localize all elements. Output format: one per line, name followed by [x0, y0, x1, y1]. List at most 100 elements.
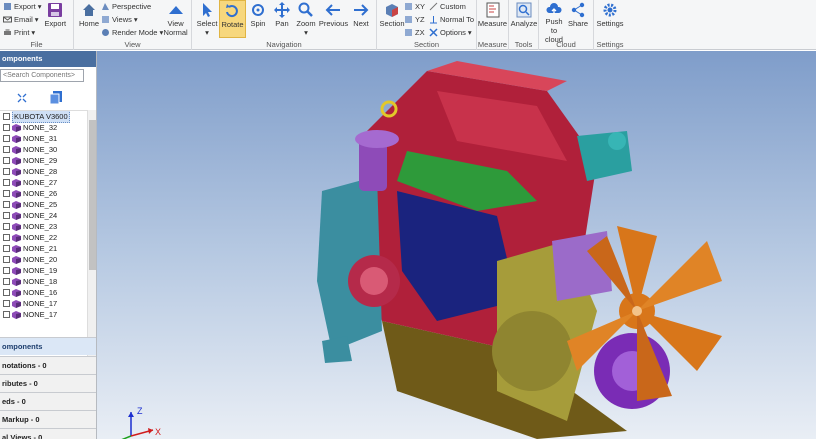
item-checkbox[interactable] [3, 135, 10, 142]
item-checkbox[interactable] [3, 267, 10, 274]
tree-item[interactable]: NONE_16 [0, 287, 96, 298]
pan-icon [273, 1, 291, 19]
part-cube-icon [12, 255, 21, 264]
tree-item[interactable]: NONE_26 [0, 188, 96, 199]
tree-root[interactable]: KUBOTA V3600 [0, 111, 96, 123]
part-cube-icon [12, 222, 21, 231]
item-checkbox[interactable] [3, 300, 10, 307]
views-icon [101, 15, 110, 24]
scrollbar-thumb[interactable] [89, 120, 96, 270]
accordion-markup[interactable]: Markup - 0 [0, 410, 96, 428]
item-checkbox[interactable] [3, 168, 10, 175]
item-checkbox[interactable] [3, 223, 10, 230]
item-checkbox[interactable] [3, 256, 10, 263]
item-checkbox[interactable] [3, 311, 10, 318]
push-to-cloud-button[interactable]: Push to cloud [542, 0, 566, 44]
section-yz[interactable]: YZ [404, 13, 425, 25]
components-panel: omponents KUBOTA V3600 NONE_32NONE_31NON… [0, 51, 97, 439]
tree-item[interactable]: NONE_17 [0, 309, 96, 320]
settings-button[interactable]: Settings [596, 0, 624, 38]
tree-item[interactable]: NONE_22 [0, 232, 96, 243]
analyze-button[interactable]: Analyze [511, 0, 537, 38]
spin-button[interactable]: Spin [246, 0, 270, 38]
zoom-button[interactable]: Zoom ▾ [294, 0, 318, 38]
home-button[interactable]: Home [77, 0, 101, 38]
accordion-views[interactable]: al Views - 0 [0, 428, 96, 439]
item-checkbox[interactable] [3, 234, 10, 241]
export-menu-item[interactable]: Export ▾ [3, 0, 41, 12]
section-button[interactable]: Section [379, 0, 405, 38]
tree-item[interactable]: NONE_25 [0, 199, 96, 210]
accordion-annotations[interactable]: notations - 0 [0, 356, 96, 374]
tree-item[interactable]: NONE_30 [0, 144, 96, 155]
section-xy[interactable]: XY [404, 0, 425, 12]
tree-item[interactable]: NONE_21 [0, 243, 96, 254]
part-cube-icon [12, 266, 21, 275]
tree-item[interactable]: NONE_18 [0, 276, 96, 287]
item-checkbox[interactable] [3, 124, 10, 131]
previous-button[interactable]: Previous [318, 0, 349, 38]
item-checkbox[interactable] [3, 212, 10, 219]
select-button[interactable]: Select ▾ [195, 0, 219, 38]
item-checkbox[interactable] [3, 245, 10, 252]
views-dropdown[interactable]: Views ▾ [101, 13, 163, 25]
part-cube-icon [12, 123, 21, 132]
measure-group: Measure Measure [477, 0, 509, 50]
item-checkbox[interactable] [3, 179, 10, 186]
email-menu-item[interactable]: Email ▾ [3, 13, 41, 25]
section-cube-icon [383, 1, 401, 19]
tree-item[interactable]: NONE_17 [0, 298, 96, 309]
item-checkbox[interactable] [3, 190, 10, 197]
accordion-components[interactable]: omponents [0, 337, 96, 355]
z-axis-label: Z [137, 406, 143, 416]
perspective-toggle[interactable]: Perspective [101, 0, 163, 12]
view-normal-button[interactable]: View Normal [163, 0, 188, 38]
tree-item[interactable]: NONE_29 [0, 155, 96, 166]
analyze-magnifier-icon [515, 1, 533, 19]
component-search-input[interactable] [0, 69, 84, 82]
ribbon: Export ▾ Email ▾ Print ▾ Export File Home P… [0, 0, 816, 50]
pan-button[interactable]: Pan [270, 0, 294, 38]
render-mode-dropdown[interactable]: Render Mode ▾ [101, 26, 163, 38]
item-checkbox[interactable] [3, 146, 10, 153]
tree-item[interactable]: NONE_19 [0, 265, 96, 276]
part-cube-icon [12, 178, 21, 187]
render-mode-icon [101, 28, 110, 37]
export-button[interactable]: Export [41, 0, 69, 38]
root-checkbox[interactable] [3, 113, 10, 120]
tree-item[interactable]: NONE_20 [0, 254, 96, 265]
tree-item[interactable]: NONE_31 [0, 133, 96, 144]
spin-icon [249, 1, 267, 19]
accordion-feeds[interactable]: eds - 0 [0, 392, 96, 410]
copy-icon[interactable] [49, 90, 63, 107]
tree-item[interactable]: NONE_32 [0, 122, 96, 133]
print-menu-item[interactable]: Print ▾ [3, 26, 41, 38]
accordion-attributes[interactable]: ributes - 0 [0, 374, 96, 392]
engine-model[interactable] [97, 51, 816, 439]
section-options[interactable]: Options ▾ [429, 26, 474, 38]
tree-item[interactable]: NONE_28 [0, 166, 96, 177]
3d-viewport[interactable]: Z X [97, 51, 816, 439]
perspective-icon [101, 2, 110, 11]
section-custom[interactable]: Custom [429, 0, 474, 12]
collapse-all-icon[interactable] [16, 92, 28, 106]
cloud-group: Push to cloud Share Cloud [539, 0, 594, 50]
tree-item[interactable]: NONE_24 [0, 210, 96, 221]
item-checkbox[interactable] [3, 157, 10, 164]
share-icon [569, 1, 587, 19]
tree-item[interactable]: NONE_23 [0, 221, 96, 232]
rotate-button[interactable]: Rotate [219, 0, 246, 38]
section-zx[interactable]: ZX [404, 26, 425, 38]
item-checkbox[interactable] [3, 201, 10, 208]
item-checkbox[interactable] [3, 278, 10, 285]
next-button[interactable]: Next [349, 0, 373, 38]
part-cube-icon [12, 167, 21, 176]
share-button[interactable]: Share [566, 0, 590, 38]
section-normal-to[interactable]: Normal To [429, 13, 474, 25]
custom-plane-icon [429, 2, 438, 11]
tree-item[interactable]: NONE_27 [0, 177, 96, 188]
measure-button[interactable]: Measure [478, 0, 507, 38]
view-normal-icon [167, 1, 185, 19]
print-icon [3, 28, 12, 37]
item-checkbox[interactable] [3, 289, 10, 296]
